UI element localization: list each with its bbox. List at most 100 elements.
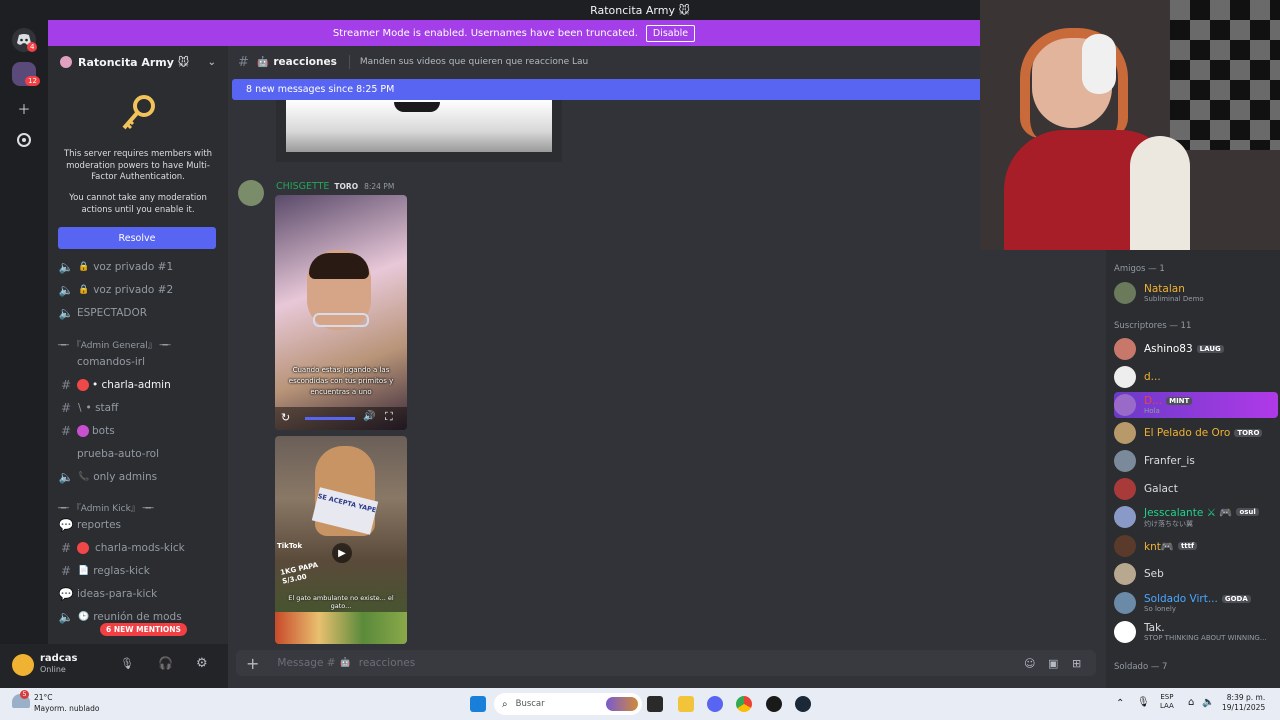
new-messages-bar[interactable]: 8 new messages since 8:25 PM bbox=[232, 79, 980, 100]
channel-reglas-kick[interactable]: # 📄 reglas-kick bbox=[58, 561, 150, 581]
author-tag: TORO bbox=[334, 182, 359, 191]
phone-emoji-icon: 📞 bbox=[78, 472, 90, 482]
member-info: Franfer_is bbox=[1144, 455, 1195, 467]
member-category-amigos: Amigos — 1 bbox=[1114, 264, 1165, 274]
previous-image[interactable] bbox=[286, 100, 552, 152]
resolve-button[interactable]: Resolve bbox=[58, 227, 216, 249]
channel-bots[interactable]: # bots bbox=[58, 421, 115, 441]
video-attachment-1[interactable]: Cuando estas jugando a las escondidas co… bbox=[275, 195, 407, 430]
video2-caption: El gato ambulante no existe... el gato..… bbox=[288, 594, 394, 610]
channel-reportes[interactable]: 💬 reportes bbox=[58, 515, 121, 535]
channel-charla-admin[interactable]: # • charla-admin bbox=[58, 375, 171, 395]
file-explorer-icon[interactable] bbox=[678, 696, 694, 712]
video-vegetables bbox=[275, 612, 407, 644]
obs-icon[interactable] bbox=[766, 696, 782, 712]
task-view-icon[interactable] bbox=[647, 696, 663, 712]
channel-espectador[interactable]: 🔈 ESPECTADOR bbox=[58, 303, 148, 323]
channel-ideas-para-kick[interactable]: 💬 ideas-para-kick bbox=[58, 584, 158, 604]
microphone-icon[interactable]: 🎙 bbox=[120, 657, 134, 670]
category-admin-kick[interactable]: ╼╾ 『Admin Kick』 ╼╾ bbox=[58, 501, 154, 514]
member-row[interactable]: Jesscalante ⚔ 🎮 osul 灼け落ちない翼 bbox=[1114, 504, 1278, 530]
video-controls: ↻ 🔊 ⛶ bbox=[275, 407, 407, 430]
channel-comandos-irl[interactable]: comandos-irl bbox=[58, 352, 145, 372]
discover-icon[interactable] bbox=[12, 128, 36, 152]
channel-staff[interactable]: # \ • staff bbox=[58, 398, 118, 418]
member-avatar bbox=[1114, 506, 1136, 528]
volume-tray-icon[interactable]: 🔈 bbox=[1202, 697, 1214, 708]
speaker-icon: 🔈 bbox=[58, 610, 74, 624]
add-server-icon[interactable]: ＋ bbox=[12, 96, 36, 120]
member-row[interactable]: d... bbox=[1114, 364, 1278, 390]
network-icon[interactable]: ⌂ bbox=[1188, 697, 1194, 708]
member-name: El Pelado de Oro bbox=[1144, 427, 1231, 439]
progress-bar[interactable] bbox=[305, 417, 355, 420]
member-row[interactable]: D... MINT Hola bbox=[1114, 392, 1278, 418]
member-avatar bbox=[1114, 478, 1136, 500]
discord-taskbar-icon[interactable] bbox=[707, 696, 723, 712]
user-panel: radcas Online 🎙 🎧 ⚙ bbox=[0, 644, 228, 688]
chevron-down-icon[interactable]: ⌄ bbox=[208, 57, 216, 68]
disable-button[interactable]: Disable bbox=[645, 24, 696, 42]
member-row[interactable]: Soldado Virt... GODA So lonely bbox=[1114, 590, 1278, 616]
gear-icon[interactable]: ⚙ bbox=[196, 656, 208, 671]
message-composer[interactable]: + Message # 🤖 reacciones ☺ ▣ ⊞ bbox=[236, 650, 1096, 676]
clock[interactable]: 8:39 p. m. 19/11/2025 bbox=[1222, 693, 1265, 713]
volume-icon[interactable]: 🔊 bbox=[363, 411, 375, 422]
channel-prueba-auto-rol[interactable]: prueba-auto-rol bbox=[58, 444, 159, 464]
server-icon-ratoncita[interactable]: 12 bbox=[12, 62, 40, 86]
gif-icon[interactable]: ☺ bbox=[1024, 657, 1035, 670]
member-row[interactable]: Tak. STOP THINKING ABOUT WINNING... bbox=[1114, 619, 1278, 645]
headphones-icon[interactable]: 🎧 bbox=[158, 656, 173, 670]
video-attachment-2[interactable]: SE ACEPTA YAPE TikTok 1KG PAPA S/3.00 ▶ … bbox=[275, 436, 407, 644]
server-header[interactable]: Ratoncita Army 🐭 ⌄ bbox=[48, 46, 228, 78]
microphone-tray-icon[interactable]: 🎙 bbox=[1137, 697, 1150, 708]
member-info: Galact bbox=[1144, 483, 1178, 495]
steam-icon[interactable] bbox=[795, 696, 811, 712]
member-activity: Hola bbox=[1144, 407, 1160, 415]
composer-placeholder: Message # bbox=[277, 657, 336, 669]
message-author[interactable]: CHISGETTE bbox=[276, 181, 329, 192]
member-row[interactable]: knt🎮 tttf bbox=[1114, 533, 1278, 559]
category-admin-general[interactable]: ╼╾ 『Admin General』 ╼╾ bbox=[58, 338, 170, 351]
add-attachment-icon[interactable]: + bbox=[246, 654, 259, 673]
channel-charla-mods-kick[interactable]: # charla-mods-kick bbox=[58, 538, 185, 558]
replay-icon[interactable]: ↻ bbox=[281, 411, 290, 424]
username: radcas bbox=[40, 653, 78, 664]
channel-voz-privado-1[interactable]: 🔈 🔒 voz privado #1 bbox=[58, 257, 174, 277]
member-name: Galact bbox=[1144, 483, 1178, 495]
server-boost-icon bbox=[60, 56, 72, 68]
apps-icon[interactable]: ⊞ bbox=[1072, 657, 1081, 670]
channel-topic[interactable]: Manden sus videos que quieren que reacci… bbox=[360, 57, 588, 67]
member-row[interactable]: Franfer_is bbox=[1114, 448, 1278, 474]
discord-home-icon[interactable]: 4 bbox=[12, 28, 38, 52]
channel-only-admins[interactable]: 🔈 📞 only admins bbox=[58, 467, 158, 487]
member-name: Soldado Virt... bbox=[1144, 593, 1218, 605]
member-category-soldado: Soldado — 7 bbox=[1114, 662, 1168, 672]
member-avatar bbox=[1114, 282, 1136, 304]
chevron-up-icon[interactable]: ⌃ bbox=[1116, 698, 1124, 709]
fullscreen-icon[interactable]: ⛶ bbox=[385, 410, 393, 424]
search-box[interactable]: ⌕ Buscar bbox=[494, 693, 642, 715]
language-indicator[interactable]: ESP LAA bbox=[1160, 693, 1174, 711]
message-avatar[interactable] bbox=[238, 180, 264, 206]
emoji-icon bbox=[77, 379, 89, 391]
member-info: d... bbox=[1144, 371, 1161, 383]
member-row[interactable]: Natalan Subliminal Demo bbox=[1114, 280, 1278, 306]
avatar[interactable] bbox=[12, 654, 34, 676]
chrome-icon[interactable] bbox=[736, 696, 752, 712]
new-mentions-pill[interactable]: 6 NEW MENTIONS bbox=[100, 623, 187, 636]
sticker-icon[interactable]: ▣ bbox=[1048, 657, 1058, 670]
webcam-headset bbox=[1082, 34, 1116, 94]
member-row[interactable]: El Pelado de Oro TORO bbox=[1114, 420, 1278, 446]
play-icon[interactable]: ▶ bbox=[332, 543, 352, 563]
channel-voz-privado-2[interactable]: 🔈 🔒 voz privado #2 bbox=[58, 280, 174, 300]
member-activity: 灼け落ちない翼 bbox=[1144, 519, 1193, 528]
window-title: Ratoncita Army 🐭 bbox=[590, 3, 690, 17]
member-row[interactable]: Ashino83 LAUG bbox=[1114, 336, 1278, 362]
member-row[interactable]: Galact bbox=[1114, 476, 1278, 502]
speaker-lock-icon: 🔈 bbox=[58, 283, 74, 297]
member-name: knt🎮 bbox=[1144, 540, 1174, 553]
start-icon[interactable] bbox=[470, 696, 486, 712]
member-row[interactable]: Seb bbox=[1114, 561, 1278, 587]
member-info: Jesscalante ⚔ 🎮 osul 灼け落ちない翼 bbox=[1144, 506, 1259, 529]
